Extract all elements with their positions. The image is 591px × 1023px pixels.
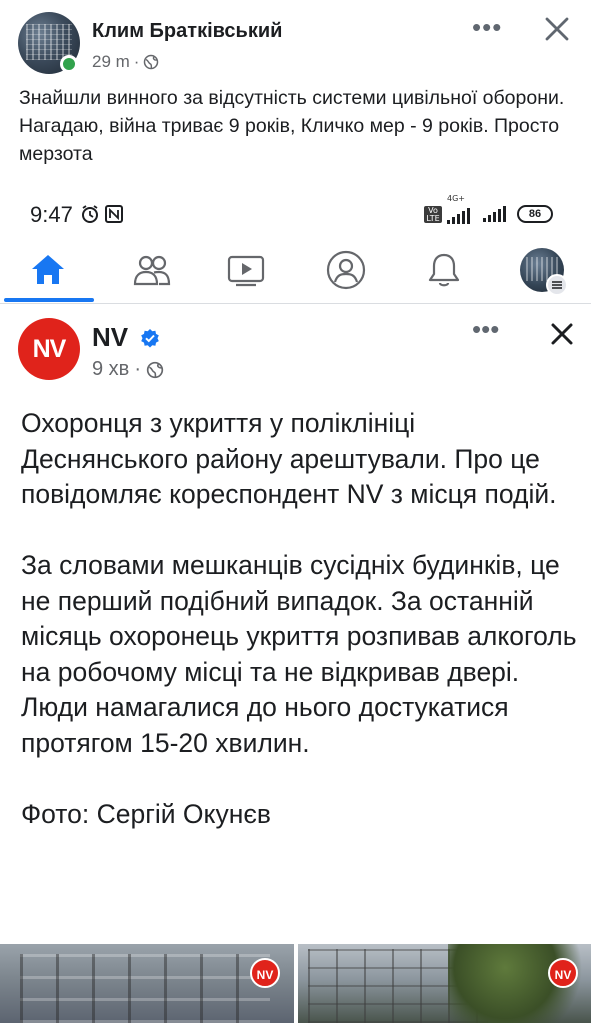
nv-post-meta: 9 хв · — [92, 358, 164, 381]
active-tab-indicator — [4, 298, 94, 302]
more-options-icon[interactable]: ••• — [472, 316, 512, 342]
photo-watermark-logo: NV — [250, 958, 280, 988]
post-meta: 29 m · — [92, 52, 159, 72]
battery-indicator: 86 — [517, 205, 553, 223]
nv-page-logo[interactable]: NV — [18, 318, 80, 380]
meta-separator: · — [133, 52, 140, 71]
verified-badge-icon — [141, 329, 159, 348]
post-time[interactable]: 29 m — [92, 52, 130, 72]
bell-icon — [428, 253, 460, 287]
outer-post-header: Клим Братківський 29 m · ••• — [0, 0, 591, 80]
nfc-icon — [105, 205, 123, 223]
signal-strength-icon-2 — [483, 206, 506, 222]
signal-strength-icon — [447, 208, 470, 224]
friends-icon — [133, 255, 171, 286]
nv-post-body: Охоронця з укриття у поліклініці Деснянс… — [21, 406, 581, 832]
profile-icon — [326, 250, 366, 290]
globe-icon — [146, 361, 164, 378]
nv-meta-separator: · — [134, 358, 141, 380]
volte-badge: Vo LTE — [424, 205, 442, 223]
post-photo-1[interactable]: NV — [0, 944, 294, 1023]
network-type: 4G+ — [447, 194, 470, 224]
outer-post-text: Знайшли винного за відсутність системи ц… — [19, 87, 565, 165]
tab-menu[interactable] — [516, 244, 568, 296]
video-icon — [227, 255, 265, 287]
online-status-dot — [60, 55, 78, 73]
author-name[interactable]: Клим Братківський — [92, 20, 282, 43]
nv-paragraph-2: За словами мешканців сусідніх будинків, … — [21, 550, 577, 758]
photo-credit: Фото: Сергій Окунєв — [21, 798, 271, 829]
close-icon[interactable] — [548, 320, 576, 348]
status-time: 9:47 — [30, 202, 73, 227]
post-photo-2[interactable]: NV — [298, 944, 591, 1023]
status-bar: 9:47 Vo LTE 4G+ 86 — [0, 190, 591, 238]
avatar-menu-icon — [520, 248, 568, 296]
facebook-tab-bar — [0, 238, 591, 304]
page-name[interactable]: NV — [92, 322, 128, 353]
close-icon[interactable] — [540, 12, 574, 46]
tab-home[interactable] — [22, 244, 74, 296]
home-icon — [32, 255, 64, 284]
nv-post-time[interactable]: 9 хв — [92, 358, 129, 381]
nv-post-header: NV NV 9 хв · ••• — [0, 306, 591, 396]
tab-watch[interactable] — [220, 244, 272, 296]
status-right-icons: Vo LTE 4G+ 86 — [424, 194, 553, 226]
tab-friends[interactable] — [126, 244, 178, 296]
tab-notifications[interactable] — [418, 244, 470, 296]
photo-watermark-logo: NV — [548, 958, 578, 988]
globe-icon — [144, 54, 159, 70]
alarm-icon — [82, 205, 98, 223]
nv-paragraph-1: Охоронця з укриття у поліклініці Деснянс… — [21, 408, 557, 509]
tab-profile[interactable] — [320, 244, 372, 296]
menu-lines-icon — [546, 274, 568, 296]
more-options-icon[interactable]: ••• — [472, 14, 512, 40]
